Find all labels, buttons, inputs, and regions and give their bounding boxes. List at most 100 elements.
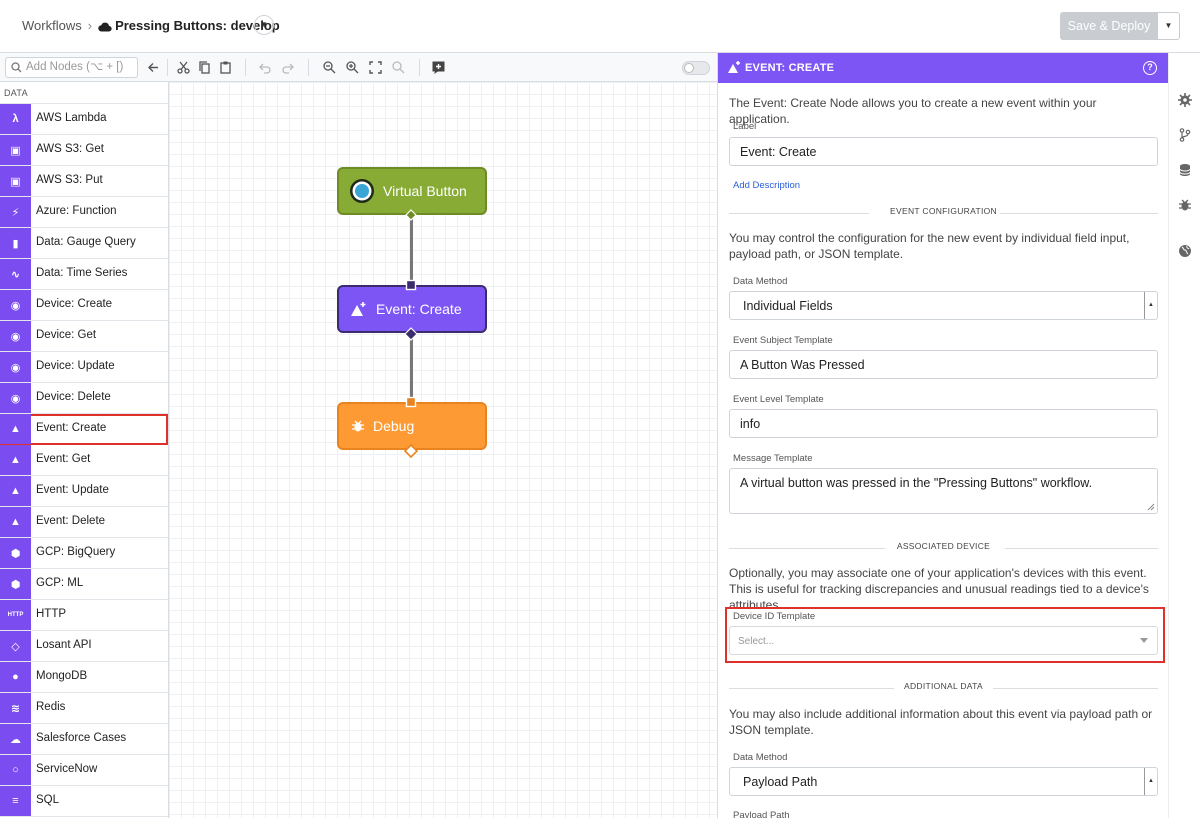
- palette-item-device-update[interactable]: ◉ Device: Update: [0, 352, 168, 383]
- device-id-select[interactable]: Select...: [729, 626, 1158, 655]
- bug-icon: [352, 420, 364, 432]
- zoom-reset-icon[interactable]: [391, 60, 406, 75]
- panel-header: EVENT: CREATE ?: [718, 53, 1168, 83]
- event-subject-input[interactable]: A Button Was Pressed: [729, 350, 1158, 379]
- select-placeholder: Select...: [738, 636, 775, 647]
- select-value: Individual Fields: [743, 299, 833, 313]
- gear-icon[interactable]: [1178, 93, 1192, 107]
- device-icon: ◉: [0, 321, 31, 351]
- node-label: Debug: [373, 418, 415, 434]
- collapse-panel-arrow-icon[interactable]: [146, 60, 161, 75]
- database-icon[interactable]: [1178, 163, 1192, 177]
- node-debug[interactable]: Debug: [337, 402, 487, 450]
- event-icon: ▲: [0, 445, 31, 475]
- input-port-icon[interactable]: [405, 396, 417, 408]
- palette-item-mongodb[interactable]: ● MongoDB: [0, 662, 168, 693]
- chevron-down-icon: ▼: [260, 20, 268, 29]
- toggle-knob: [684, 63, 694, 73]
- workflow-version-dropdown[interactable]: ▼: [254, 15, 274, 35]
- section-heading: EVENT CONFIGURATION: [890, 206, 997, 216]
- add-nodes-search-input[interactable]: Add Nodes (⌥ + [): [5, 57, 138, 78]
- palette-section-heading: DATA: [0, 82, 168, 104]
- save-deploy-button[interactable]: Save & Deploy: [1060, 12, 1158, 40]
- node-virtual-button[interactable]: Virtual Button: [337, 167, 487, 215]
- cloud-icon: [98, 22, 112, 32]
- copy-icon[interactable]: [197, 60, 212, 75]
- select-value: Payload Path: [743, 775, 818, 789]
- deploy-options-dropdown[interactable]: ▼: [1158, 12, 1180, 40]
- output-port-icon[interactable]: [404, 444, 418, 458]
- node-event-create[interactable]: Event: Create: [337, 285, 487, 333]
- additional-data-method-select[interactable]: Payload Path ▲: [729, 767, 1158, 796]
- add-description-link[interactable]: Add Description: [733, 180, 800, 191]
- palette-item-aws-s3-get[interactable]: ▣ AWS S3: Get: [0, 135, 168, 166]
- data-method-label: Data Method: [733, 752, 788, 763]
- palette-item-event-get[interactable]: ▲ Event: Get: [0, 445, 168, 476]
- palette-item-salesforce-cases[interactable]: ☁ Salesforce Cases: [0, 724, 168, 755]
- palette-item-aws-s3-put[interactable]: ▣ AWS S3: Put: [0, 166, 168, 197]
- output-port-icon[interactable]: [405, 209, 417, 221]
- palette-item-redis[interactable]: ≋ Redis: [0, 693, 168, 724]
- input-port-icon[interactable]: [405, 279, 417, 291]
- mongodb-icon: ●: [0, 662, 31, 692]
- palette-item-label: SQL: [36, 794, 60, 806]
- section-divider-additional-data: ADDITIONAL DATA: [729, 681, 1158, 695]
- line-chart-icon: ∿: [0, 259, 31, 289]
- palette-item-data-gauge-query[interactable]: ▮ Data: Gauge Query: [0, 228, 168, 259]
- palette-item-event-update[interactable]: ▲ Event: Update: [0, 476, 168, 507]
- palette-item-device-create[interactable]: ◉ Device: Create: [0, 290, 168, 321]
- palette-item-label: Data: Time Series: [36, 267, 128, 279]
- globe-icon[interactable]: [1178, 244, 1192, 258]
- redo-icon[interactable]: [280, 60, 295, 75]
- help-icon[interactable]: ?: [1143, 61, 1157, 75]
- palette-item-gcp-ml[interactable]: ⬢ GCP: ML: [0, 569, 168, 600]
- search-placeholder: Add Nodes (⌥ + [): [26, 61, 124, 73]
- output-port-icon[interactable]: [404, 327, 418, 341]
- palette-item-label: Event: Create: [36, 422, 107, 434]
- palette-item-device-delete[interactable]: ◉ Device: Delete: [0, 383, 168, 414]
- redis-icon: ≋: [0, 693, 31, 723]
- palette-item-losant-api[interactable]: ◇ Losant API: [0, 631, 168, 662]
- palette-item-servicenow[interactable]: ○ ServiceNow: [0, 755, 168, 786]
- palette-item-azure-function[interactable]: ⚡ Azure: Function: [0, 197, 168, 228]
- data-method-select[interactable]: Individual Fields ▲: [729, 291, 1158, 320]
- zoom-out-icon[interactable]: [322, 60, 337, 75]
- zoom-in-icon[interactable]: [345, 60, 360, 75]
- palette-item-data-time-series[interactable]: ∿ Data: Time Series: [0, 259, 168, 290]
- payload-path-label: Payload Path: [733, 810, 790, 818]
- palette-item-aws-lambda[interactable]: λ AWS Lambda: [0, 104, 168, 135]
- version-branch-icon[interactable]: [1178, 128, 1192, 142]
- palette-item-sql[interactable]: ≡ SQL: [0, 786, 168, 817]
- panel-title: EVENT: CREATE: [745, 62, 835, 74]
- palette-item-label: Event: Delete: [36, 515, 106, 527]
- message-template-textarea[interactable]: A virtual button was pressed in the "Pre…: [729, 468, 1158, 514]
- palette-item-label: Device: Create: [36, 298, 113, 310]
- palette-item-event-create[interactable]: ▲ Event: Create: [0, 414, 168, 445]
- chevron-down-icon: [1140, 638, 1148, 643]
- add-comment-icon[interactable]: [431, 60, 446, 75]
- palette-item-http[interactable]: HTTP HTTP: [0, 600, 168, 631]
- event-level-input[interactable]: info: [729, 409, 1158, 438]
- device-id-label: Device ID Template: [733, 611, 816, 622]
- section-divider-associated-device: ASSOCIATED DEVICE: [729, 541, 1158, 555]
- device-icon: ◉: [0, 290, 31, 320]
- palette-item-label: Losant API: [36, 639, 92, 651]
- debug-toggle-switch[interactable]: [682, 61, 710, 75]
- palette-item-device-get[interactable]: ◉ Device: Get: [0, 321, 168, 352]
- panel-description: The Event: Create Node allows you to cre…: [729, 96, 1097, 126]
- palette-item-label: AWS S3: Get: [36, 143, 104, 155]
- workflow-canvas[interactable]: Virtual Button Event: Create Debug: [169, 82, 717, 818]
- cut-icon[interactable]: [176, 60, 191, 75]
- bug-icon[interactable]: [1178, 198, 1192, 212]
- select-arrows-icon: ▲: [1144, 768, 1157, 795]
- paste-icon[interactable]: [218, 60, 233, 75]
- undo-icon[interactable]: [258, 60, 273, 75]
- breadcrumb-workflows-link[interactable]: Workflows: [22, 18, 82, 33]
- database-icon: ≡: [0, 786, 31, 816]
- palette-item-event-delete[interactable]: ▲ Event: Delete: [0, 507, 168, 538]
- fit-to-screen-icon[interactable]: [368, 60, 383, 75]
- resize-handle-icon[interactable]: [1147, 503, 1155, 511]
- label-input[interactable]: Event: Create: [729, 137, 1158, 166]
- palette-item-gcp-bigquery[interactable]: ⬢ GCP: BigQuery: [0, 538, 168, 569]
- top-bar: Workflows › Pressing Buttons: develop ▼ Sa…: [0, 0, 1200, 53]
